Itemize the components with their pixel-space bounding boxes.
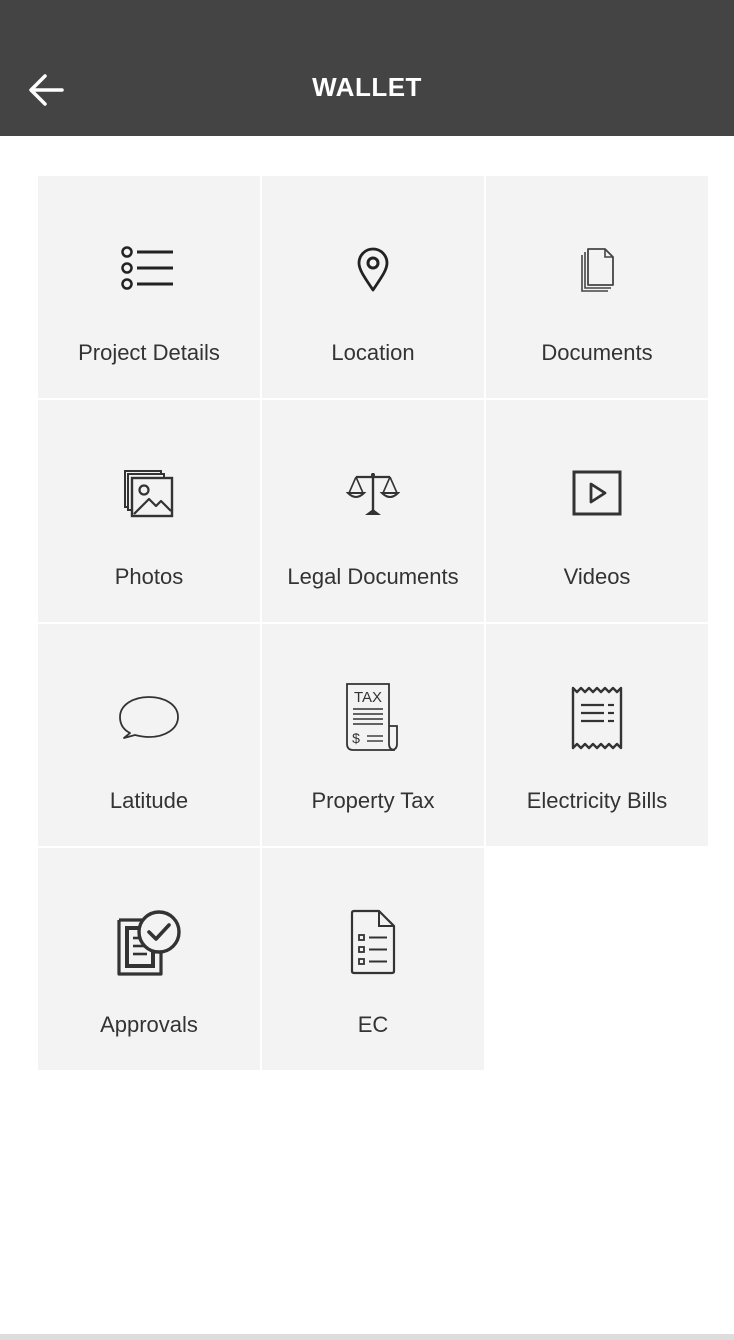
tile-label: Property Tax	[311, 788, 435, 813]
tile-label: Photos	[114, 564, 184, 589]
map-pin-icon	[262, 238, 484, 302]
approval-check-icon	[38, 910, 260, 976]
bottom-edge	[0, 1334, 734, 1340]
tile-approvals[interactable]: Approvals	[38, 848, 260, 1070]
tile-label: Electricity Bills	[526, 788, 668, 813]
wallet-grid: Project Details Location Documents Photo…	[38, 176, 710, 1070]
tile-ec[interactable]: EC	[262, 848, 484, 1070]
checklist-document-icon	[262, 909, 484, 975]
tile-property-tax[interactable]: TAX $ Property Tax	[262, 624, 484, 846]
tile-videos[interactable]: Videos	[486, 400, 708, 622]
tile-label: Documents	[541, 340, 653, 365]
scales-icon	[262, 462, 484, 526]
photos-stack-icon	[38, 462, 260, 526]
bill-receipt-icon	[486, 686, 708, 750]
documents-stack-icon	[486, 238, 708, 302]
tile-electricity-bills[interactable]: Electricity Bills	[486, 624, 708, 846]
tile-label: Approvals	[100, 1012, 198, 1037]
app-header: WALLET	[0, 0, 734, 136]
tile-location[interactable]: Location	[262, 176, 484, 398]
tax-text: TAX	[354, 689, 382, 706]
tile-label: Legal Documents	[287, 564, 459, 589]
tile-label: Videos	[563, 564, 631, 589]
tile-documents[interactable]: Documents	[486, 176, 708, 398]
tile-photos[interactable]: Photos	[38, 400, 260, 622]
tax-receipt-icon: TAX $	[262, 683, 484, 751]
tile-label: Latitude	[109, 788, 189, 813]
tile-label: Project Details	[78, 340, 220, 365]
list-icon	[38, 238, 260, 302]
dollar-text: $	[352, 730, 360, 746]
tile-label: EC	[357, 1012, 389, 1037]
tile-latitude[interactable]: Latitude	[38, 624, 260, 846]
video-play-icon	[486, 462, 708, 526]
tile-label: Location	[331, 340, 415, 365]
tile-legal-documents[interactable]: Legal Documents	[262, 400, 484, 622]
tile-project-details[interactable]: Project Details	[38, 176, 260, 398]
speech-bubble-icon	[38, 686, 260, 750]
page-title: WALLET	[312, 72, 422, 102]
